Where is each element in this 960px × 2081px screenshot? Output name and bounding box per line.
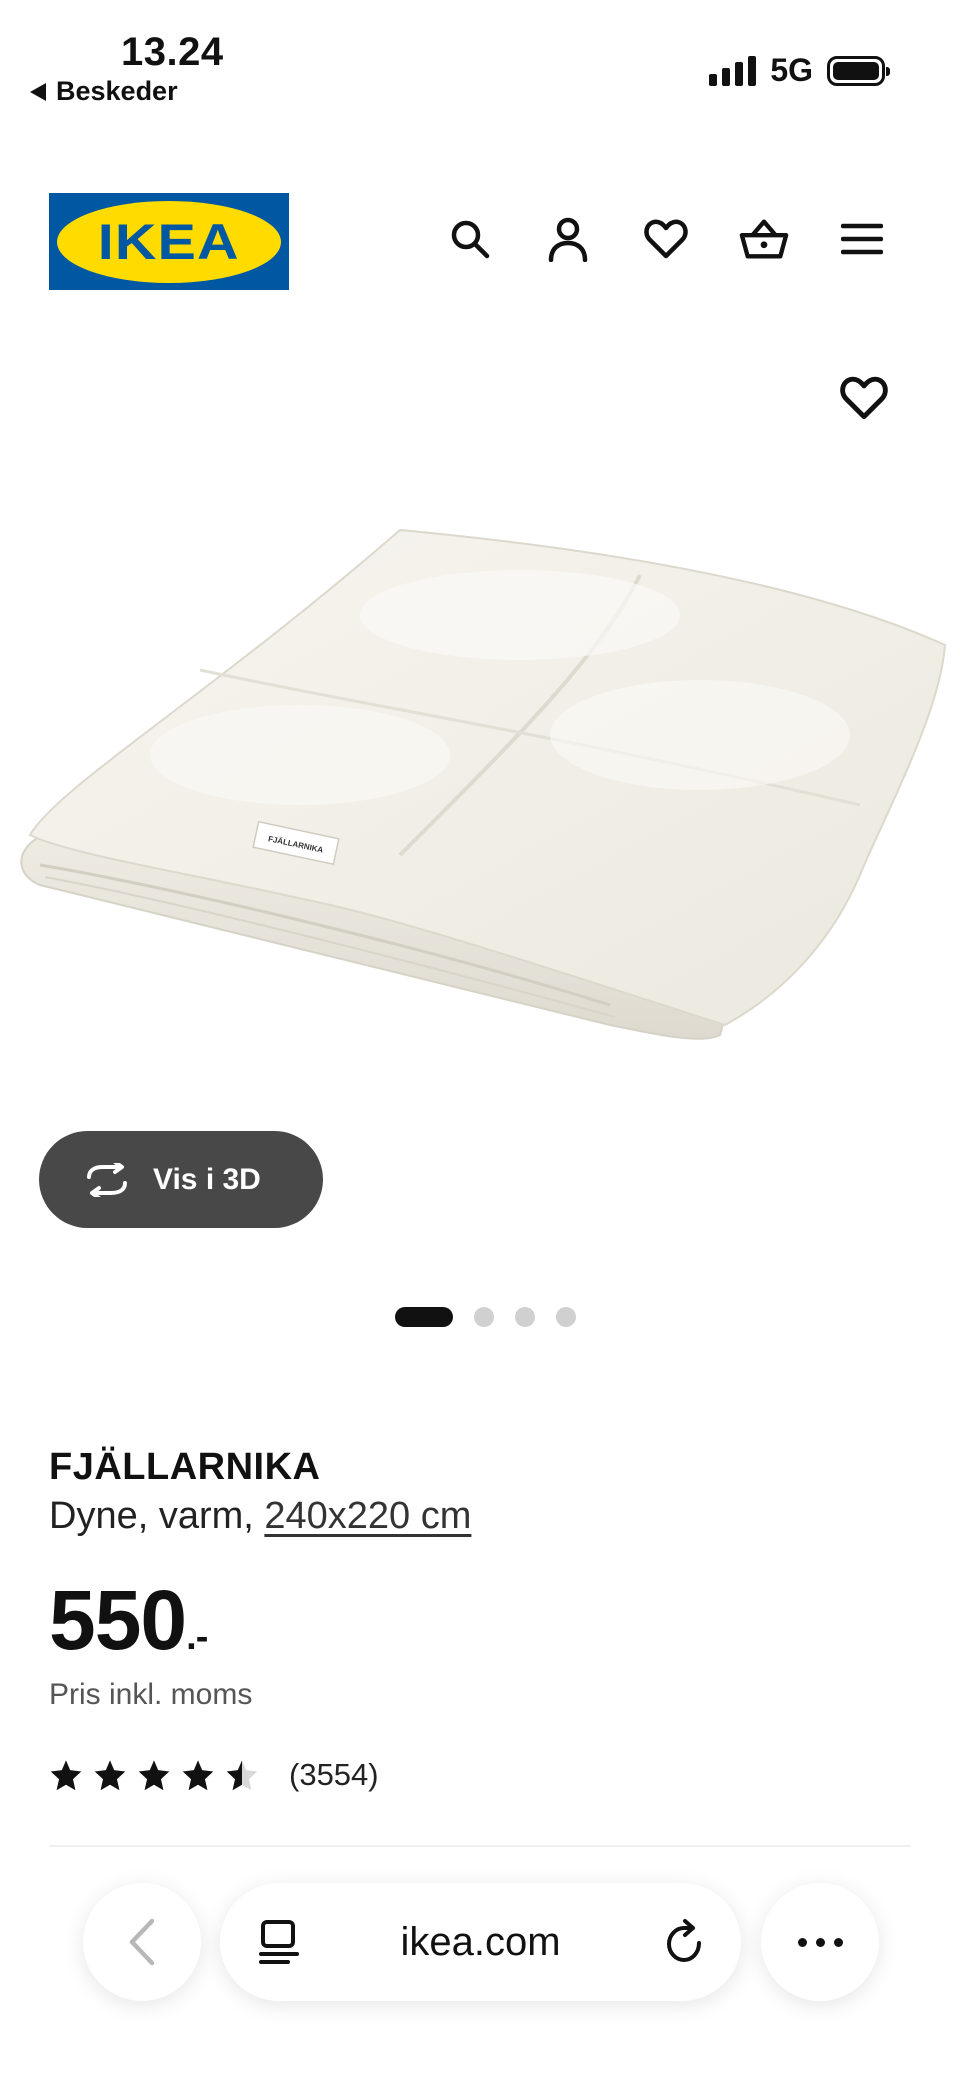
search-icon[interactable] xyxy=(445,214,495,264)
browser-back-button[interactable] xyxy=(83,1883,201,2001)
carousel-dot[interactable] xyxy=(515,1307,535,1327)
price-suffix: .- xyxy=(186,1616,208,1658)
carousel-dot[interactable] xyxy=(474,1307,494,1327)
product-size-link[interactable]: 240x220 cm xyxy=(264,1495,471,1537)
carousel-dot[interactable] xyxy=(556,1307,576,1327)
reload-icon[interactable] xyxy=(663,1919,707,1965)
back-triangle-icon xyxy=(30,82,46,101)
product-description: Dyne, varm, 240x220 cm xyxy=(49,1495,471,1538)
price-value: 550 xyxy=(49,1573,187,1667)
header-actions xyxy=(445,214,887,264)
signal-icon xyxy=(709,55,757,86)
product-name: FJÄLLARNIKA xyxy=(49,1446,321,1488)
chevron-left-icon xyxy=(129,1918,155,1966)
image-carousel-indicator[interactable] xyxy=(395,1307,576,1327)
address-bar[interactable]: ikea.com xyxy=(220,1883,741,2001)
star-icon xyxy=(138,1760,170,1791)
rating-stars xyxy=(49,1759,259,1791)
view-in-3d-button[interactable]: Vis i 3D xyxy=(39,1131,323,1228)
star-icon xyxy=(50,1760,82,1791)
dot xyxy=(833,1937,843,1947)
product-rating[interactable]: (3554) xyxy=(49,1757,379,1793)
carousel-dot-active[interactable] xyxy=(395,1307,453,1327)
dot xyxy=(815,1937,825,1947)
add-to-favourites-icon[interactable] xyxy=(838,375,890,425)
status-time: 13.24 xyxy=(121,30,224,74)
dot xyxy=(797,1937,807,1947)
star-icon xyxy=(182,1760,214,1791)
review-count[interactable]: (3554) xyxy=(289,1757,379,1793)
rotate-3d-icon xyxy=(87,1162,127,1197)
menu-icon[interactable] xyxy=(837,214,887,264)
more-options-button[interactable] xyxy=(761,1883,879,2001)
back-to-app-link[interactable]: Beskeder xyxy=(30,76,178,107)
product-type: Dyne, varm, xyxy=(49,1495,265,1537)
section-divider xyxy=(49,1845,911,1847)
back-app-label: Beskeder xyxy=(56,76,178,106)
product-image[interactable]: FJÄLLARNIKA xyxy=(0,505,960,1125)
half-star-icon xyxy=(226,1760,258,1791)
basket-icon[interactable] xyxy=(739,214,789,264)
favourites-icon[interactable] xyxy=(641,214,691,264)
network-label: 5G xyxy=(770,52,813,88)
view-in-3d-label: Vis i 3D xyxy=(153,1162,261,1196)
battery-icon xyxy=(827,55,890,86)
logo-text: IKEA xyxy=(98,213,240,270)
ikea-logo[interactable]: IKEA xyxy=(49,193,289,290)
vat-note: Pris inkl. moms xyxy=(49,1678,253,1711)
star-icon xyxy=(94,1760,126,1791)
product-price: 550.- xyxy=(49,1572,208,1669)
status-indicators: 5G xyxy=(709,52,890,89)
account-icon[interactable] xyxy=(543,214,593,264)
